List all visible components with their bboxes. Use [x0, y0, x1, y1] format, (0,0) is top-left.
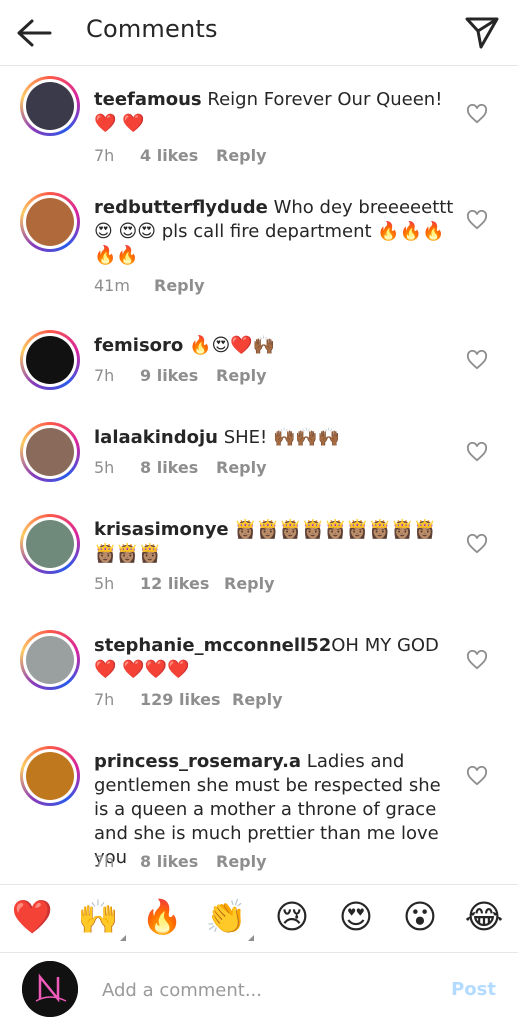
avatar[interactable] [20, 192, 80, 252]
reply-button[interactable]: Reply [216, 366, 267, 385]
heart-icon[interactable] [466, 442, 488, 462]
comment-likes[interactable]: 9 likes [140, 366, 216, 385]
comment-likes[interactable]: 12 likes [140, 574, 224, 593]
top-bar: Comments [0, 0, 518, 66]
quick-reactions-bar: ❤️ 🙌 🔥 👏 😢 😍 😮 😂 [0, 884, 518, 952]
comment-username[interactable]: princess_rosemary.a [94, 751, 301, 772]
comment-username[interactable]: krisasimonye [94, 519, 229, 540]
heart-icon[interactable] [466, 766, 488, 786]
comment-composer: Post [0, 952, 518, 1024]
heart-icon[interactable] [466, 210, 488, 230]
nollygisto-logo [22, 961, 78, 1017]
avatar[interactable] [20, 514, 80, 574]
reply-button[interactable]: Reply [216, 458, 267, 477]
comment-likes[interactable]: 4 likes [140, 146, 216, 165]
comment-input[interactable] [102, 975, 422, 1005]
page-title: Comments [86, 15, 218, 43]
comment-text: 🔥😍❤️🙌🏾 [189, 335, 276, 356]
avatar[interactable] [20, 746, 80, 806]
comment-time: 7h [94, 690, 115, 709]
avatar[interactable] [20, 630, 80, 690]
comment-username[interactable]: stephanie_mcconnell52 [94, 635, 331, 656]
reply-button[interactable]: Reply [224, 574, 275, 593]
comment-likes[interactable]: 129 likes [140, 690, 232, 709]
reaction-fire[interactable]: 🔥 [140, 895, 184, 939]
avatar[interactable] [20, 76, 80, 136]
comment-username[interactable]: femisoro [94, 335, 183, 356]
comment-time: 5h [94, 458, 115, 477]
heart-icon[interactable] [466, 650, 488, 670]
comment-time: 41m [94, 276, 130, 295]
avatar[interactable] [20, 422, 80, 482]
reaction-raising-hands[interactable]: 🙌 [76, 895, 120, 939]
comment-time: 5h [94, 574, 115, 593]
reply-button[interactable]: Reply [216, 852, 267, 871]
heart-icon[interactable] [466, 350, 488, 370]
comment-time: 7h [94, 366, 115, 385]
reaction-crying[interactable]: 😢 [270, 895, 314, 939]
femisoro-logo [26, 336, 74, 384]
heart-icon[interactable] [466, 104, 488, 124]
comment-username[interactable]: teefamous [94, 89, 202, 110]
comment-likes[interactable]: 8 likes [140, 458, 216, 477]
post-button[interactable]: Post [451, 979, 496, 1000]
comment-time: 7h [94, 146, 115, 165]
direct-message-button[interactable] [464, 14, 500, 50]
reply-button[interactable]: Reply [154, 276, 205, 295]
reply-button[interactable]: Reply [232, 690, 283, 709]
reaction-surprised[interactable]: 😮 [398, 895, 442, 939]
current-user-avatar [22, 961, 78, 1017]
reaction-heart-eyes[interactable]: 😍 [334, 895, 378, 939]
avatar[interactable] [20, 330, 80, 390]
comment-username[interactable]: lalaakindoju [94, 427, 218, 448]
arrow-left-icon [17, 19, 52, 47]
back-button[interactable] [14, 16, 54, 50]
reaction-heart[interactable]: ❤️ [10, 895, 54, 939]
comment-likes[interactable]: 8 likes [140, 852, 216, 871]
heart-icon[interactable] [466, 534, 488, 554]
reaction-clapping[interactable]: 👏 [204, 895, 248, 939]
reaction-laughing[interactable]: 😂 [462, 895, 506, 939]
paper-plane-icon [465, 17, 499, 49]
reply-button[interactable]: Reply [216, 146, 267, 165]
comment-username[interactable]: redbutterflydude [94, 197, 268, 218]
comment-time: 7h [94, 852, 115, 871]
comment-text: SHE! 🙌🏾🙌🏾🙌🏾 [223, 427, 341, 448]
